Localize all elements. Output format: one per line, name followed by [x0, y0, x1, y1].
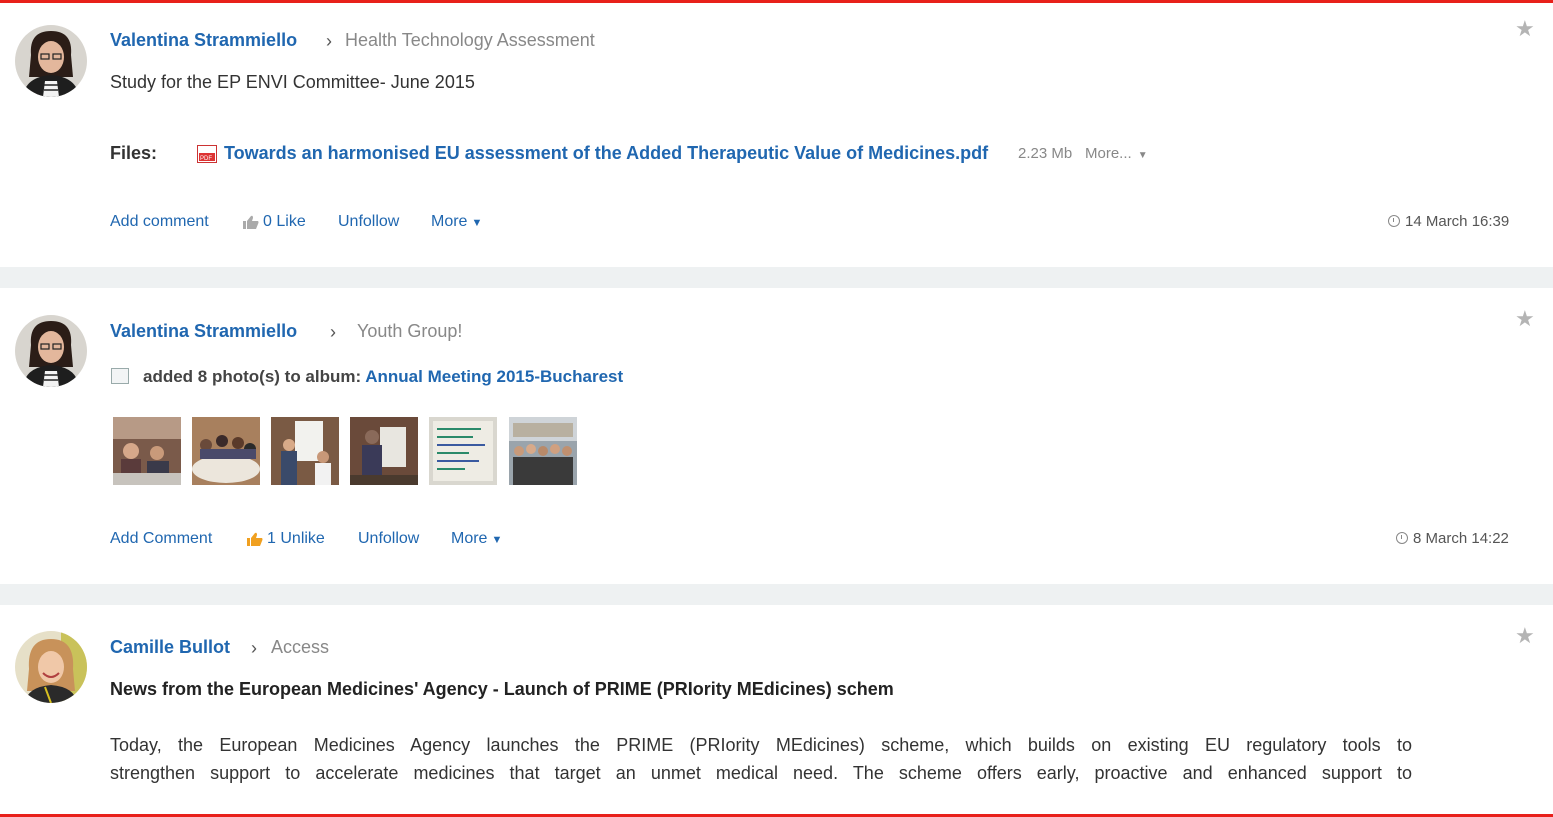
- clock-icon: [1388, 215, 1400, 227]
- post-separator: [0, 267, 1553, 288]
- album-photo-thumbnail[interactable]: [509, 417, 577, 485]
- album-photo-thumbnail[interactable]: [192, 417, 260, 485]
- star-icon[interactable]: ★: [1515, 16, 1535, 42]
- like-button[interactable]: 0 Like: [263, 213, 306, 231]
- post-body-line: Today, the European Medicines Agency lau…: [110, 735, 1412, 755]
- chevron-right-icon: ›: [251, 638, 257, 658]
- files-label: Files:: [110, 143, 158, 163]
- author-avatar[interactable]: [15, 631, 87, 703]
- post-body-line: strengthen support to accelerate medicin…: [110, 763, 1412, 783]
- post-group[interactable]: Youth Group!: [357, 321, 462, 342]
- file-more-button[interactable]: More... ▼: [1085, 145, 1148, 162]
- unlike-button[interactable]: 1 Unlike: [267, 530, 325, 548]
- more-menu-button[interactable]: More ▼: [451, 530, 502, 548]
- post-author[interactable]: Camille Bullot: [110, 637, 230, 658]
- post-group[interactable]: Health Technology Assessment: [345, 30, 595, 51]
- author-avatar[interactable]: [15, 25, 87, 97]
- star-icon[interactable]: ★: [1515, 306, 1535, 332]
- add-comment-button[interactable]: Add comment: [110, 213, 209, 231]
- album-link[interactable]: Annual Meeting 2015-Bucharest: [365, 367, 623, 386]
- album-photo-thumbnail[interactable]: [429, 417, 497, 485]
- file-size: 2.23 Mb: [1018, 145, 1073, 162]
- thumbs-up-icon[interactable]: [247, 532, 263, 546]
- like-count: 0: [263, 213, 272, 230]
- unfollow-button[interactable]: Unfollow: [338, 213, 399, 231]
- author-avatar[interactable]: [15, 315, 87, 387]
- like-label: Unlike: [280, 530, 325, 547]
- post-group[interactable]: Access: [271, 637, 329, 658]
- post-author[interactable]: Valentina Strammiello: [110, 30, 297, 51]
- pdf-icon: PDF: [197, 145, 217, 163]
- top-accent-bar: [0, 0, 1553, 3]
- like-label: Like: [276, 213, 306, 230]
- caret-down-icon: ▼: [471, 217, 483, 229]
- thumbs-up-icon[interactable]: [243, 215, 259, 229]
- chevron-right-icon: ›: [330, 322, 336, 342]
- like-count: 1: [267, 530, 276, 547]
- album-photo-thumbnail[interactable]: [113, 417, 181, 485]
- star-icon[interactable]: ★: [1515, 623, 1535, 649]
- add-comment-button[interactable]: Add Comment: [110, 530, 212, 548]
- chevron-right-icon: ›: [326, 31, 332, 51]
- more-menu-button[interactable]: More ▼: [431, 213, 482, 231]
- album-photo-thumbnail[interactable]: [350, 417, 418, 485]
- file-link[interactable]: Towards an harmonised EU assessment of t…: [224, 143, 988, 164]
- caret-down-icon: ▼: [1137, 150, 1148, 161]
- post-separator: [0, 584, 1553, 605]
- clock-icon: [1396, 532, 1408, 544]
- post-author[interactable]: Valentina Strammiello: [110, 321, 297, 342]
- album-icon: [111, 368, 129, 384]
- post-text: Study for the EP ENVI Committee- June 20…: [110, 72, 475, 92]
- post-title: News from the European Medicines' Agency…: [110, 679, 894, 699]
- album-activity: added 8 photo(s) to album: Annual Meetin…: [143, 367, 624, 386]
- post-timestamp: 8 March 14:22: [1396, 530, 1509, 547]
- album-photo-thumbnail[interactable]: [271, 417, 339, 485]
- unfollow-button[interactable]: Unfollow: [358, 530, 419, 548]
- caret-down-icon: ▼: [491, 534, 503, 546]
- svg-text:PDF: PDF: [200, 156, 212, 162]
- post-timestamp: 14 March 16:39: [1388, 213, 1509, 230]
